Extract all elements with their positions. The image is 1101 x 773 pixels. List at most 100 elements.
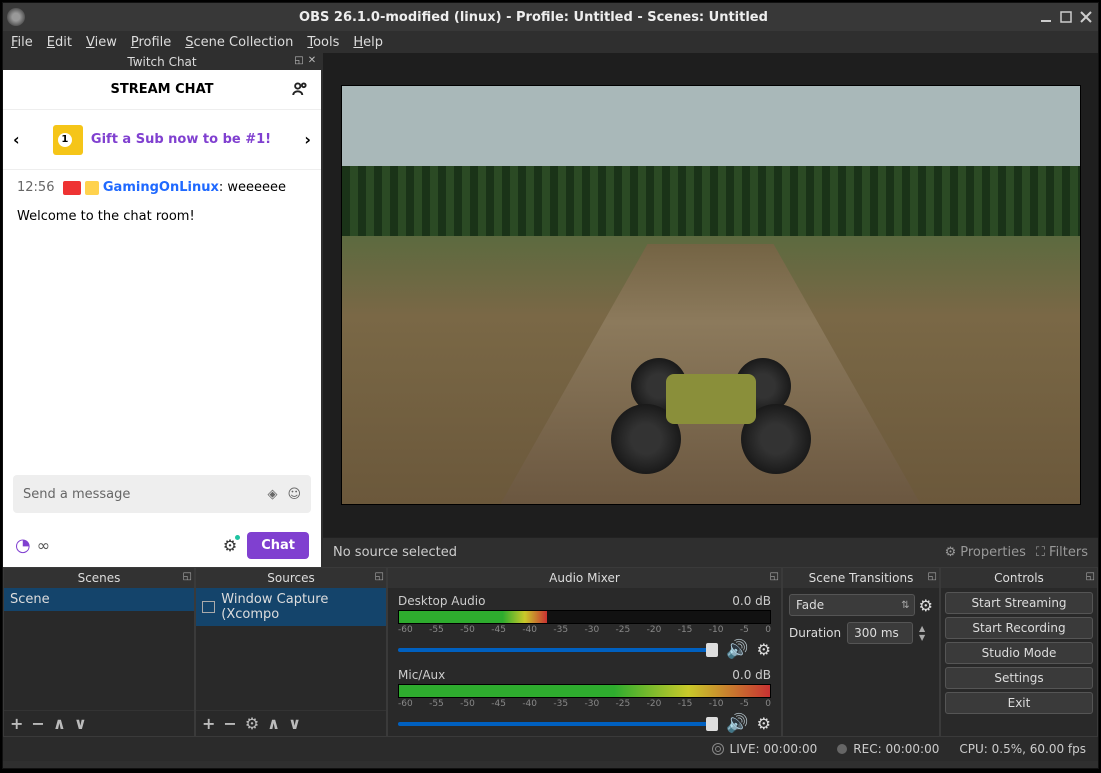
- start-streaming-button[interactable]: Start Streaming: [945, 592, 1093, 614]
- properties-button[interactable]: ⚙Properties: [945, 545, 1026, 560]
- transitions-panel: Scene Transitions ◱ Fade⇅ ⚙ Duration 300 …: [782, 567, 940, 737]
- chat-text: : weeeeee: [219, 180, 286, 195]
- dock-close-icon[interactable]: ✕: [306, 54, 318, 66]
- desktop-volume-slider[interactable]: [398, 648, 718, 652]
- gift-icon: [53, 125, 83, 155]
- scenes-title: Scenes: [78, 571, 121, 585]
- transition-select[interactable]: Fade⇅: [789, 594, 915, 616]
- app-icon: [7, 8, 25, 26]
- chat-welcome: Welcome to the chat room!: [17, 209, 307, 224]
- desktop-meter: [398, 610, 771, 624]
- dock-popout-icon[interactable]: ◱: [293, 54, 305, 66]
- mic-aux-track: Mic/Aux 0.0 dB -60-55-50-45-40-35-30-25-2…: [388, 662, 781, 736]
- chat-placeholder: Send a message: [23, 487, 267, 502]
- mic-ticks: -60-55-50-45-40-35-30-25-20-15-10-50: [398, 699, 771, 709]
- chat-username[interactable]: GamingOnLinux: [103, 180, 219, 195]
- promo-text: Gift a Sub now to be #1!: [91, 132, 271, 147]
- mic-label: Mic/Aux: [398, 668, 445, 682]
- mic-volume-slider[interactable]: [398, 722, 718, 726]
- add-source-button[interactable]: +: [202, 714, 215, 733]
- chat-input[interactable]: Send a message ◈ ☺: [13, 475, 311, 513]
- transitions-popout-icon[interactable]: ◱: [928, 571, 937, 582]
- exit-button[interactable]: Exit: [945, 692, 1093, 714]
- mic-gear-icon[interactable]: ⚙: [757, 714, 771, 733]
- sub-badge-icon: [85, 181, 99, 195]
- preview-area[interactable]: [323, 53, 1098, 537]
- mic-mute-icon[interactable]: 🔊: [726, 713, 748, 734]
- mic-db: 0.0 dB: [732, 668, 771, 682]
- gift-sub-promo[interactable]: ‹ Gift a Sub now to be #1! ›: [3, 110, 321, 170]
- menu-bar: File Edit View Profile Scene Collection …: [3, 31, 1098, 53]
- source-settings-button[interactable]: ⚙: [245, 714, 259, 733]
- menu-scene-collection[interactable]: Scene Collection: [185, 35, 293, 50]
- cheer-icon[interactable]: ◈: [267, 487, 277, 502]
- menu-help[interactable]: Help: [353, 35, 383, 50]
- desktop-db: 0.0 dB: [732, 594, 771, 608]
- sources-popout-icon[interactable]: ◱: [375, 571, 384, 582]
- sources-title: Sources: [267, 571, 314, 585]
- live-time: LIVE: 00:00:00: [730, 742, 818, 756]
- scene-down-button[interactable]: ∨: [74, 714, 87, 733]
- promo-prev-icon[interactable]: ‹: [13, 130, 20, 149]
- controls-panel: Controls◱ Start Streaming Start Recordin…: [940, 567, 1098, 737]
- chat-messages: 12:56 GamingOnLinux: weeeeee Welcome to …: [3, 170, 321, 465]
- menu-tools[interactable]: Tools: [307, 35, 339, 50]
- menu-file[interactable]: File: [11, 35, 33, 50]
- desktop-gear-icon[interactable]: ⚙: [757, 640, 771, 659]
- sources-panel: Sources◱ Window Capture (Xcompo + − ⚙ ∧ …: [195, 567, 387, 737]
- channel-points-icon[interactable]: ◔: [15, 535, 31, 556]
- mic-meter: [398, 684, 771, 698]
- emote-icon[interactable]: ☺: [287, 487, 301, 502]
- window-title: OBS 26.1.0-modified (linux) - Profile: U…: [33, 10, 1034, 25]
- scene-item[interactable]: Scene: [4, 588, 194, 611]
- status-bar: LIVE: 00:00:00 REC: 00:00:00 CPU: 0.5%, …: [3, 737, 1098, 761]
- duration-label: Duration: [789, 626, 841, 640]
- remove-source-button[interactable]: −: [223, 714, 236, 733]
- promo-next-icon[interactable]: ›: [304, 130, 311, 149]
- rec-indicator-icon: [837, 744, 847, 754]
- duration-input[interactable]: 300 ms: [847, 622, 913, 644]
- no-source-label: No source selected: [333, 545, 935, 560]
- settings-button[interactable]: Settings: [945, 667, 1093, 689]
- minimize-button[interactable]: [1038, 9, 1054, 25]
- source-down-button[interactable]: ∨: [288, 714, 301, 733]
- chevron-updown-icon: ⇅: [901, 600, 909, 611]
- filters-button[interactable]: ⛶Filters: [1036, 545, 1088, 560]
- stream-chat-header: STREAM CHAT: [3, 70, 321, 110]
- add-scene-button[interactable]: +: [10, 714, 23, 733]
- studio-mode-button[interactable]: Studio Mode: [945, 642, 1093, 664]
- window-capture-icon: [202, 601, 215, 613]
- preview-canvas: [341, 85, 1081, 505]
- chat-users-icon[interactable]: [291, 80, 309, 98]
- transitions-title: Scene Transitions: [809, 571, 914, 585]
- source-up-button[interactable]: ∧: [267, 714, 280, 733]
- twitch-dock-header: Twitch Chat ◱ ✕: [3, 53, 321, 70]
- remove-scene-button[interactable]: −: [31, 714, 44, 733]
- source-item[interactable]: Window Capture (Xcompo: [196, 588, 386, 626]
- twitch-chat-panel: Twitch Chat ◱ ✕ STREAM CHAT ‹ Gift a Sub…: [3, 53, 323, 567]
- rec-time: REC: 00:00:00: [853, 742, 939, 756]
- maximize-button[interactable]: [1058, 9, 1074, 25]
- scene-up-button[interactable]: ∧: [53, 714, 66, 733]
- menu-profile[interactable]: Profile: [131, 35, 171, 50]
- start-recording-button[interactable]: Start Recording: [945, 617, 1093, 639]
- scenes-popout-icon[interactable]: ◱: [183, 571, 192, 582]
- chat-timestamp: 12:56: [17, 180, 54, 195]
- controls-popout-icon[interactable]: ◱: [1086, 571, 1095, 582]
- stream-chat-title: STREAM CHAT: [111, 82, 214, 97]
- audio-mixer-panel: Audio Mixer◱ Desktop Audio0.0 dB -60-55-…: [387, 567, 782, 737]
- chat-settings-icon[interactable]: ⚙: [223, 536, 237, 555]
- close-button[interactable]: [1078, 9, 1094, 25]
- transition-gear-icon[interactable]: ⚙: [919, 596, 933, 615]
- duration-spinner[interactable]: ▲▼: [919, 624, 933, 642]
- menu-view[interactable]: View: [86, 35, 117, 50]
- mixer-popout-icon[interactable]: ◱: [770, 571, 779, 582]
- mixer-title: Audio Mixer: [549, 571, 620, 585]
- desktop-ticks: -60-55-50-45-40-35-30-25-20-15-10-50: [398, 625, 771, 635]
- points-balance: ∞: [37, 536, 50, 555]
- broadcaster-badge-icon: [63, 181, 81, 195]
- twitch-dock-title: Twitch Chat: [127, 55, 196, 69]
- menu-edit[interactable]: Edit: [47, 35, 72, 50]
- desktop-mute-icon[interactable]: 🔊: [726, 639, 748, 660]
- chat-send-button[interactable]: Chat: [247, 532, 309, 559]
